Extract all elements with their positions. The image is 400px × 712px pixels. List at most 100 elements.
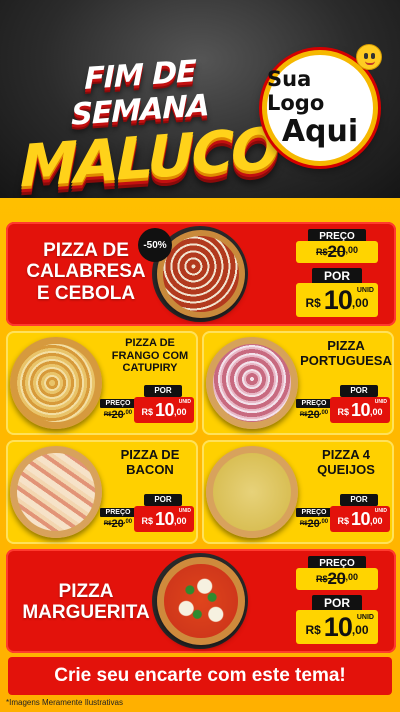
- currency: R$: [141, 407, 153, 417]
- pizza-image: [206, 337, 298, 429]
- name-line: PIZZA: [58, 581, 114, 602]
- promo-title: FIM DE SEMANA MALUCO: [20, 50, 277, 200]
- offer-name: PIZZA DE BACON: [104, 447, 196, 478]
- new-price: R$ 10 ,00 UNID: [296, 610, 378, 644]
- old-price-int: 20: [307, 518, 320, 530]
- name-line: FRANGO COM: [111, 349, 189, 362]
- new-price-int: 10: [323, 284, 353, 315]
- new-price: R$ 10 ,00 UNID: [296, 283, 378, 317]
- offer-card-bacon: PIZZA DE BACON POR PREÇO R$ 20 ,00 R$ 10…: [6, 440, 198, 544]
- offer-name: PIZZA PORTUGUESA: [300, 338, 392, 369]
- old-price-value: R$ 20 ,00: [296, 518, 332, 530]
- name-line: PORTUGUESA: [300, 352, 392, 368]
- old-price-int: 20: [111, 518, 124, 530]
- currency: R$: [103, 412, 112, 418]
- old-price-dec: ,00: [345, 572, 358, 582]
- unit-label: UNID: [178, 508, 191, 514]
- old-price-value: R$ 20 ,00: [100, 409, 136, 421]
- old-price: R$ 20 ,00: [296, 568, 378, 590]
- new-price: R$ 10 ,00 UNID: [134, 506, 194, 532]
- offer-name: PIZZA 4 QUEIJOS: [300, 447, 392, 478]
- offer-card-4-queijos: PIZZA 4 QUEIJOS POR PREÇO R$ 20 ,00 R$ 1…: [202, 440, 394, 544]
- name-line: PIZZA DE: [125, 337, 175, 349]
- currency: R$: [299, 521, 308, 527]
- pizza-image: [10, 446, 102, 538]
- offer-card-frango: PIZZA DE FRANGO COM CATUPIRY POR PREÇO R…: [6, 331, 198, 435]
- new-price-dec: ,00: [174, 407, 187, 417]
- new-price-int: 10: [154, 399, 175, 420]
- name-line: MARGUERITA: [22, 602, 150, 624]
- logo-line2: Aqui: [281, 113, 359, 149]
- por-label: POR: [340, 494, 378, 506]
- unit-label: UNID: [178, 399, 191, 405]
- currency: R$: [103, 521, 112, 527]
- preco-label: PREÇO: [100, 508, 136, 517]
- old-price-int: 20: [327, 242, 346, 261]
- old-price-int: 20: [327, 569, 346, 588]
- name-line: QUEIJOS: [317, 461, 375, 477]
- logo-line1: Sua Logo: [267, 67, 325, 115]
- offer-name: PIZZA MARGUERITA: [16, 581, 156, 624]
- new-price: R$ 10 ,00 UNID: [134, 397, 194, 423]
- offer-card-marguerita: PIZZA MARGUERITA PREÇO R$ 20 ,00 POR R$ …: [6, 549, 396, 653]
- currency: R$: [316, 247, 328, 257]
- new-price-int: 10: [154, 508, 175, 529]
- currency: R$: [337, 407, 349, 417]
- preco-label: PREÇO: [100, 399, 136, 408]
- unit-label: UNID: [374, 399, 387, 405]
- name-line: PIZZA DE: [120, 447, 180, 462]
- price-block: POR PREÇO R$ 20 ,00 R$ 10 ,00 UNID: [296, 494, 390, 538]
- price-block: POR PREÇO R$ 20 ,00 R$ 10 ,00 UNID: [296, 385, 390, 429]
- old-price-dec: ,00: [319, 410, 329, 416]
- name-line: PIZZA 4: [322, 447, 370, 462]
- name-line: CATUPIRY: [122, 362, 178, 375]
- pizza-image: [157, 557, 245, 645]
- currency: R$: [316, 574, 328, 584]
- currency: R$: [337, 516, 349, 526]
- old-price-dec: ,00: [123, 410, 133, 416]
- price-block: PREÇO R$ 20 ,00 POR R$ 10 ,00 UNID: [296, 556, 378, 644]
- name-line: PIZZA: [327, 338, 365, 353]
- preco-label: PREÇO: [296, 399, 332, 408]
- new-price-dec: ,00: [351, 623, 369, 637]
- pizza-image: [10, 337, 102, 429]
- offer-card-calabresa: PIZZA DE CALABRESA E CEBOLA -50% PREÇO R…: [6, 222, 396, 326]
- new-price: R$ 10 ,00 UNID: [330, 397, 390, 423]
- name-line: CALABRESA: [26, 261, 146, 283]
- new-price: R$ 10 ,00 UNID: [330, 506, 390, 532]
- por-label: POR: [144, 385, 182, 397]
- por-label: POR: [144, 494, 182, 506]
- unit-label: UNID: [356, 614, 374, 621]
- emoji-icon: [356, 44, 382, 70]
- old-price-value: R$ 20 ,00: [296, 409, 332, 421]
- new-price-dec: ,00: [174, 516, 187, 526]
- preco-label: PREÇO: [296, 508, 332, 517]
- currency: R$: [305, 623, 321, 637]
- disclaimer: *Imagens Meramente Ilustrativas: [6, 698, 123, 707]
- currency: R$: [141, 516, 153, 526]
- new-price-dec: ,00: [370, 516, 383, 526]
- offer-name: PIZZA DE FRANGO COM CATUPIRY: [104, 337, 196, 375]
- new-price-dec: ,00: [351, 296, 369, 310]
- price-block: POR PREÇO R$ 20 ,00 R$ 10 ,00 UNID: [100, 385, 194, 429]
- old-price-value: R$ 20 ,00: [100, 518, 136, 530]
- new-price-int: 10: [350, 399, 371, 420]
- old-price: R$ 20 ,00: [296, 241, 378, 263]
- unit-label: UNID: [374, 508, 387, 514]
- unit-label: UNID: [356, 287, 374, 294]
- old-price: PREÇO R$ 20 ,00: [100, 399, 136, 425]
- old-price: PREÇO R$ 20 ,00: [100, 508, 136, 534]
- discount-badge: -50%: [138, 228, 172, 262]
- pizza-image: [206, 446, 298, 538]
- old-price-dec: ,00: [123, 519, 133, 525]
- new-price-int: 10: [350, 508, 371, 529]
- header: FIM DE SEMANA MALUCO Sua Logo Aqui: [0, 0, 400, 200]
- old-price-int: 20: [111, 409, 124, 421]
- offer-card-portuguesa: PIZZA PORTUGUESA POR PREÇO R$ 20 ,00 R$ …: [202, 331, 394, 435]
- name-line: PIZZA DE: [43, 240, 129, 261]
- price-block: PREÇO R$ 20 ,00 POR R$ 10 ,00 UNID: [296, 229, 378, 317]
- old-price-dec: ,00: [345, 245, 358, 255]
- old-price-dec: ,00: [319, 519, 329, 525]
- old-price: PREÇO R$ 20 ,00: [296, 508, 332, 534]
- new-price-int: 10: [323, 611, 353, 642]
